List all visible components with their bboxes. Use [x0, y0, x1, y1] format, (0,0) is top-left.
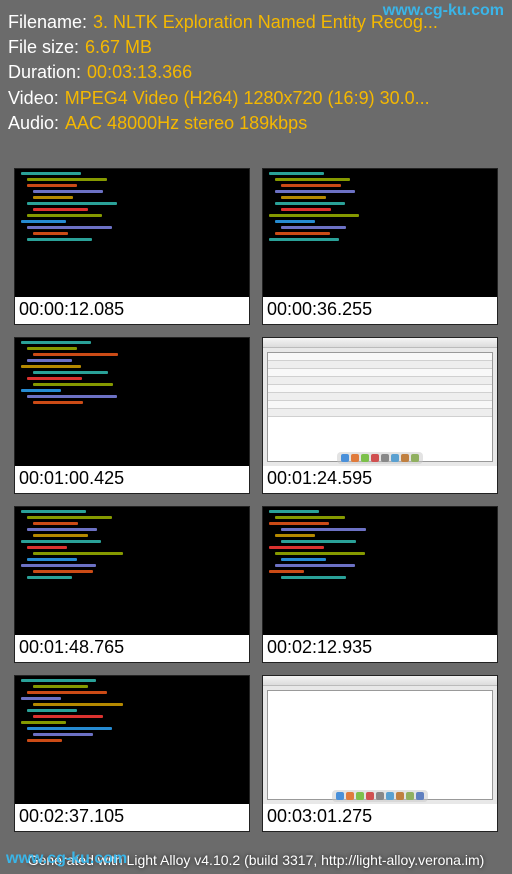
- thumbnail[interactable]: 00:02:12.935: [262, 506, 498, 663]
- thumbnail-timestamp: 00:00:36.255: [263, 297, 497, 324]
- thumbnail-timestamp: 00:02:37.105: [15, 804, 249, 831]
- thumbnail[interactable]: 00:01:48.765: [14, 506, 250, 663]
- filesize-label: File size:: [8, 35, 79, 60]
- thumbnail-timestamp: 00:01:48.765: [15, 635, 249, 662]
- audio-value: AAC 48000Hz stereo 189kbps: [65, 111, 307, 136]
- filesize-row: File size: 6.67 MB: [8, 35, 504, 60]
- thumbnail[interactable]: 00:03:01.275: [262, 675, 498, 832]
- audio-row: Audio: AAC 48000Hz stereo 189kbps: [8, 111, 504, 136]
- thumbnail[interactable]: 00:00:12.085: [14, 168, 250, 325]
- video-label: Video:: [8, 86, 59, 111]
- thumbnail-timestamp: 00:03:01.275: [263, 804, 497, 831]
- duration-label: Duration:: [8, 60, 81, 85]
- watermark-top: www.cg-ku.com: [383, 2, 504, 20]
- thumbnail-image: [15, 169, 249, 297]
- thumbnail-timestamp: 00:01:00.425: [15, 466, 249, 493]
- thumbnail-image: [263, 338, 497, 466]
- file-info-header: Filename: 3. NLTK Exploration Named Enti…: [0, 0, 512, 144]
- thumbnail[interactable]: 00:01:24.595: [262, 337, 498, 494]
- thumbnail-timestamp: 00:01:24.595: [263, 466, 497, 493]
- thumbnail-timestamp: 00:00:12.085: [15, 297, 249, 324]
- thumbnail-grid: 00:00:12.085 00:00:36.255: [0, 144, 512, 836]
- thumbnail-image: [263, 507, 497, 635]
- thumbnail[interactable]: 00:01:00.425: [14, 337, 250, 494]
- thumbnail-image: [263, 676, 497, 804]
- audio-label: Audio:: [8, 111, 59, 136]
- thumbnail-image: [15, 676, 249, 804]
- filesize-value: 6.67 MB: [85, 35, 152, 60]
- thumbnail-timestamp: 00:02:12.935: [263, 635, 497, 662]
- thumbnail[interactable]: 00:02:37.105: [14, 675, 250, 832]
- thumbnail-image: [15, 338, 249, 466]
- video-row: Video: MPEG4 Video (H264) 1280x720 (16:9…: [8, 86, 504, 111]
- thumbnail-image: [15, 507, 249, 635]
- duration-value: 00:03:13.366: [87, 60, 192, 85]
- filename-label: Filename:: [8, 10, 87, 35]
- duration-row: Duration: 00:03:13.366: [8, 60, 504, 85]
- thumbnail[interactable]: 00:00:36.255: [262, 168, 498, 325]
- watermark-bottom: www.cg-ku.com: [6, 850, 127, 868]
- thumbnail-image: [263, 169, 497, 297]
- video-value: MPEG4 Video (H264) 1280x720 (16:9) 30.0.…: [65, 86, 430, 111]
